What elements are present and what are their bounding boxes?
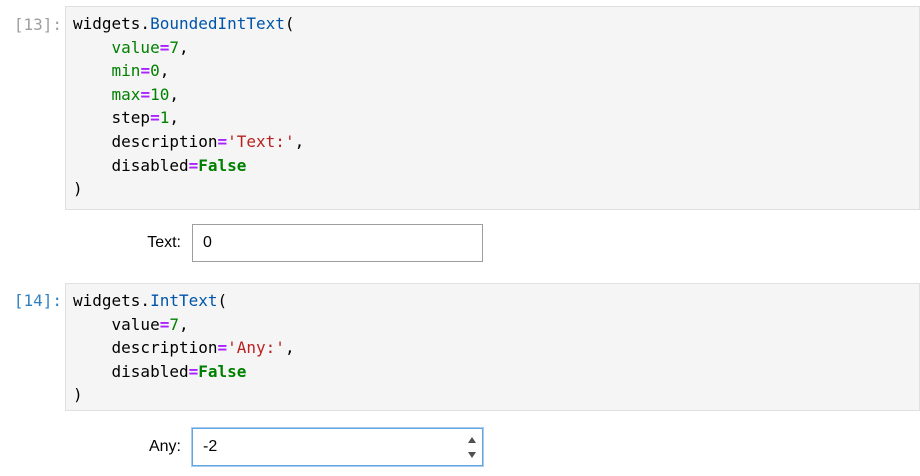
number-spinner[interactable] [466,432,478,462]
spinner-down-icon[interactable] [468,452,476,458]
code-arg-value: 7 [169,314,179,334]
code-arg-value: 0 [150,61,160,81]
code-line: min=0, [73,59,919,83]
code-operator: = [140,61,151,81]
code-operator: = [159,314,170,334]
code-operator: = [188,155,199,175]
widget-description-label: Any: [148,438,181,455]
code-line: disabled=False [73,154,919,178]
int-text-widget: Any: -2 [65,428,485,468]
code-operator: = [188,361,199,381]
code-line: max=10, [73,83,919,107]
code-paren: ( [217,291,228,310]
code-arg-name: disabled [111,361,189,381]
code-arg-name: step [111,108,151,128]
code-operator: = [140,84,151,104]
code-line: value=7, [73,313,919,337]
bounded-int-text-input[interactable]: 0 [192,224,483,262]
code-arg-value: 'Text:' [227,131,295,151]
code-arg-value: 1 [159,108,170,128]
code-paren: ( [284,14,295,33]
code-comma: , [169,84,179,104]
code-line: value=7, [73,36,919,60]
code-line: description='Any:', [73,336,919,360]
code-arg-value: False [198,361,247,381]
code-arg-name: value [111,314,160,334]
code-arg-name: min [111,61,141,81]
code-arg-name: description [111,338,218,358]
code-operator: = [217,338,228,358]
widget-description-label: Text: [147,234,181,251]
int-text-input-value: -2 [203,438,218,455]
code-comma: , [178,37,189,57]
code-object: widgets. [73,14,151,33]
code-arg-name: max [111,84,141,104]
code-function: BoundedIntText [150,14,285,33]
code-line: ) [73,177,919,201]
code-line: widgets.BoundedIntText( [73,12,919,36]
cell-14-code-editor[interactable]: widgets.IntText( value=7, description='A… [65,283,920,411]
code-comma: , [159,61,170,81]
code-comma: , [294,131,305,151]
code-arg-value: 'Any:' [227,338,285,358]
cell-13-code-editor[interactable]: widgets.BoundedIntText( value=7, min=0, … [65,6,920,210]
code-comma: , [169,108,179,128]
code-arg-name: value [111,37,160,57]
bounded-int-text-widget: Text: 0 [65,224,485,264]
code-operator: = [150,108,160,128]
code-comma: , [284,338,295,358]
code-arg-value: 7 [169,37,179,57]
code-line: ) [73,383,919,407]
code-arg-name: disabled [111,155,189,175]
code-line: step=1, [73,106,919,130]
code-line: widgets.IntText( [73,289,919,313]
code-function: IntText [150,291,218,310]
cell-13-prompt: [13]: [13,15,62,34]
code-arg-value: 10 [150,84,170,104]
int-text-input[interactable]: -2 [192,428,483,466]
code-arg-value: False [198,155,247,175]
code-paren: ) [73,179,83,199]
code-arg-name: description [111,131,218,151]
cell-14-prompt: [14]: [13,291,62,310]
code-object: widgets. [73,291,151,310]
code-operator: = [217,131,228,151]
code-operator: = [159,37,170,57]
code-comma: , [178,314,189,334]
code-paren: ) [73,385,83,405]
code-line: disabled=False [73,360,919,384]
code-line: description='Text:', [73,130,919,154]
spinner-up-icon[interactable] [468,437,476,443]
